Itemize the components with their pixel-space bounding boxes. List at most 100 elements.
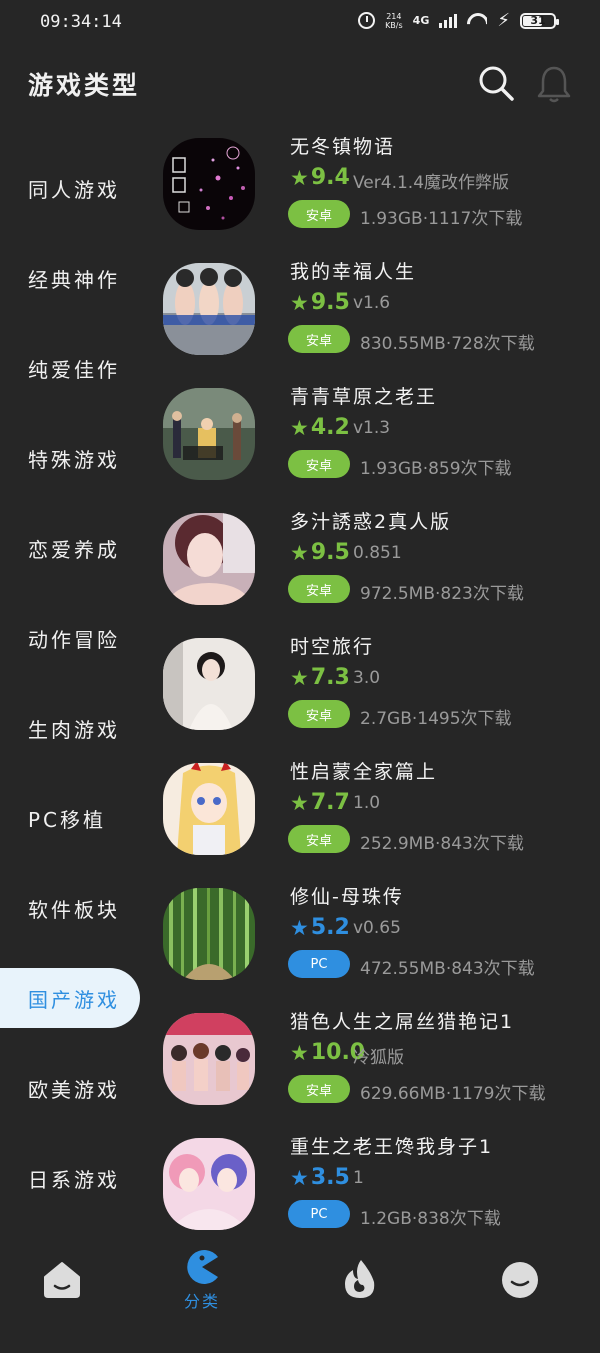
sidebar-item-label: 恋爱养成: [28, 537, 120, 562]
game-rating: ★ 7.3: [290, 665, 350, 690]
platform-badge[interactable]: PC: [288, 1200, 350, 1228]
platform-badge[interactable]: PC: [288, 950, 350, 978]
sidebar-item-active[interactable]: 国产游戏: [0, 968, 140, 1028]
platform-badge[interactable]: 安卓: [288, 325, 350, 353]
platform-badge[interactable]: 安卓: [288, 200, 350, 228]
game-item[interactable]: 性启蒙全家篇上 ★ 7.7 1.0 安卓 252.9MB·843次下载: [160, 761, 580, 890]
game-title: 青青草原之老王: [290, 386, 438, 408]
bottom-nav: 分类: [0, 1240, 600, 1333]
game-version: v1.6: [353, 293, 391, 313]
game-thumbnail[interactable]: [163, 1013, 255, 1105]
game-meta: 629.66MB·1179次下载: [360, 1084, 546, 1104]
game-meta: 472.55MB·843次下载: [360, 959, 535, 979]
game-thumbnail[interactable]: [163, 138, 255, 230]
fire-icon: [345, 1260, 375, 1298]
game-item[interactable]: 修仙-母珠传 ★ 5.2 v0.65 PC 472.55MB·843次下载: [160, 886, 580, 1015]
game-item[interactable]: 多汁誘惑2真人版 ★ 9.5 0.851 安卓 972.5MB·823次下载: [160, 511, 580, 640]
category-icon: [187, 1250, 218, 1284]
game-title: 猎色人生之屌丝猎艳记1: [290, 1011, 515, 1033]
game-item[interactable]: 重生之老王馋我身子1 ★ 3.5 1 PC 1.2GB·838次下载: [160, 1136, 580, 1240]
sidebar-item-label: 日系游戏: [28, 1167, 120, 1192]
sidebar-item-label: PC移植: [28, 807, 107, 832]
platform-badge[interactable]: 安卓: [288, 1075, 350, 1103]
nav-home[interactable]: [12, 1240, 112, 1353]
profile-icon: [502, 1262, 538, 1298]
sidebar-item[interactable]: 欧美游戏: [0, 1058, 140, 1118]
game-version: 1: [353, 1168, 364, 1188]
sidebar-item[interactable]: 日系游戏: [0, 1148, 140, 1208]
game-version: Ver4.1.4魔改作弊版: [353, 173, 510, 193]
game-thumbnail[interactable]: [163, 388, 255, 480]
game-meta: 1.93GB·1117次下载: [360, 209, 523, 229]
game-item[interactable]: 无冬镇物语 ★ 9.4 Ver4.1.4魔改作弊版 安卓 1.93GB·1117次…: [160, 136, 580, 265]
platform-badge[interactable]: 安卓: [288, 450, 350, 478]
platform-badge[interactable]: 安卓: [288, 700, 350, 728]
sidebar-item[interactable]: 特殊游戏: [0, 428, 140, 488]
game-meta: 972.5MB·823次下载: [360, 584, 524, 604]
game-version: 冷狐版: [353, 1048, 404, 1068]
nav-profile[interactable]: [470, 1240, 570, 1353]
home-icon: [44, 1262, 80, 1298]
platform-badge[interactable]: 安卓: [288, 825, 350, 853]
game-rating: ★ 9.5: [290, 540, 350, 565]
game-rating: ★ 7.7: [290, 790, 350, 815]
sidebar-item[interactable]: 动作冒险: [0, 608, 140, 668]
sidebar-item[interactable]: 生肉游戏: [0, 698, 140, 758]
game-item[interactable]: 猎色人生之屌丝猎艳记1 ★ 10.0 冷狐版 安卓 629.66MB·1179次下…: [160, 1011, 580, 1140]
game-version: 0.851: [353, 543, 402, 563]
star-icon: ★: [290, 1165, 309, 1190]
platform-badge[interactable]: 安卓: [288, 575, 350, 603]
sidebar-item-label: 软件板块: [28, 897, 120, 922]
star-icon: ★: [290, 665, 309, 690]
game-title: 性启蒙全家篇上: [290, 761, 438, 783]
sidebar-item-label: 国产游戏: [28, 987, 120, 1012]
sidebar-item[interactable]: 恋爱养成: [0, 518, 140, 578]
game-title: 重生之老王馋我身子1: [290, 1136, 494, 1158]
game-title: 修仙-母珠传: [290, 886, 404, 908]
game-version: v1.3: [353, 418, 391, 438]
sidebar-item[interactable]: PC移植: [0, 788, 140, 848]
game-item[interactable]: 时空旅行 ★ 7.3 3.0 安卓 2.7GB·1495次下载: [160, 636, 580, 765]
game-meta: 1.93GB·859次下载: [360, 459, 512, 479]
game-version: 1.0: [353, 793, 381, 813]
game-item[interactable]: 青青草原之老王 ★ 4.2 v1.3 安卓 1.93GB·859次下载: [160, 386, 580, 515]
game-rating: ★ 4.2: [290, 415, 350, 440]
game-thumbnail[interactable]: [163, 638, 255, 730]
game-title: 多汁誘惑2真人版: [290, 511, 452, 533]
star-icon: ★: [290, 915, 309, 940]
game-title: 时空旅行: [290, 636, 375, 658]
sidebar-item-label: 生肉游戏: [28, 717, 120, 742]
nav-category[interactable]: 分类: [152, 1240, 252, 1341]
sidebar-item[interactable]: 软件板块: [0, 878, 140, 938]
sidebar-item-label: 同人游戏: [28, 177, 120, 202]
game-meta: 1.2GB·838次下载: [360, 1209, 501, 1229]
sidebar-item-label: 欧美游戏: [28, 1077, 120, 1102]
game-meta: 252.9MB·843次下载: [360, 834, 524, 854]
game-title: 我的幸福人生: [290, 261, 417, 283]
battery-level: 31: [530, 14, 546, 27]
star-icon: ★: [290, 290, 309, 315]
sidebar-item-label: 经典神作: [28, 267, 120, 292]
game-thumbnail[interactable]: [163, 1138, 255, 1230]
game-rating: ★ 3.5: [290, 1165, 350, 1190]
game-thumbnail[interactable]: [163, 513, 255, 605]
game-version: 3.0: [353, 668, 381, 688]
sidebar-item[interactable]: 纯爱佳作: [0, 338, 140, 398]
game-thumbnail[interactable]: [163, 763, 255, 855]
game-thumbnail[interactable]: [163, 888, 255, 980]
star-icon: ★: [290, 415, 309, 440]
sidebar-item[interactable]: 同人游戏: [0, 158, 140, 218]
game-thumbnail[interactable]: [163, 263, 255, 355]
star-icon: ★: [290, 1040, 309, 1065]
nav-hot[interactable]: [310, 1240, 410, 1351]
sidebar-item[interactable]: 经典神作: [0, 248, 140, 308]
game-version: v0.65: [353, 918, 401, 938]
star-icon: ★: [290, 540, 309, 565]
star-icon: ★: [290, 165, 309, 190]
game-meta: 2.7GB·1495次下载: [360, 709, 512, 729]
sidebar-item-label: 动作冒险: [28, 627, 120, 652]
sidebar-item-label: 纯爱佳作: [28, 357, 120, 382]
game-meta: 830.55MB·728次下载: [360, 334, 535, 354]
sidebar-item-label: 特殊游戏: [28, 447, 120, 472]
game-item[interactable]: 我的幸福人生 ★ 9.5 v1.6 安卓 830.55MB·728次下载: [160, 261, 580, 390]
